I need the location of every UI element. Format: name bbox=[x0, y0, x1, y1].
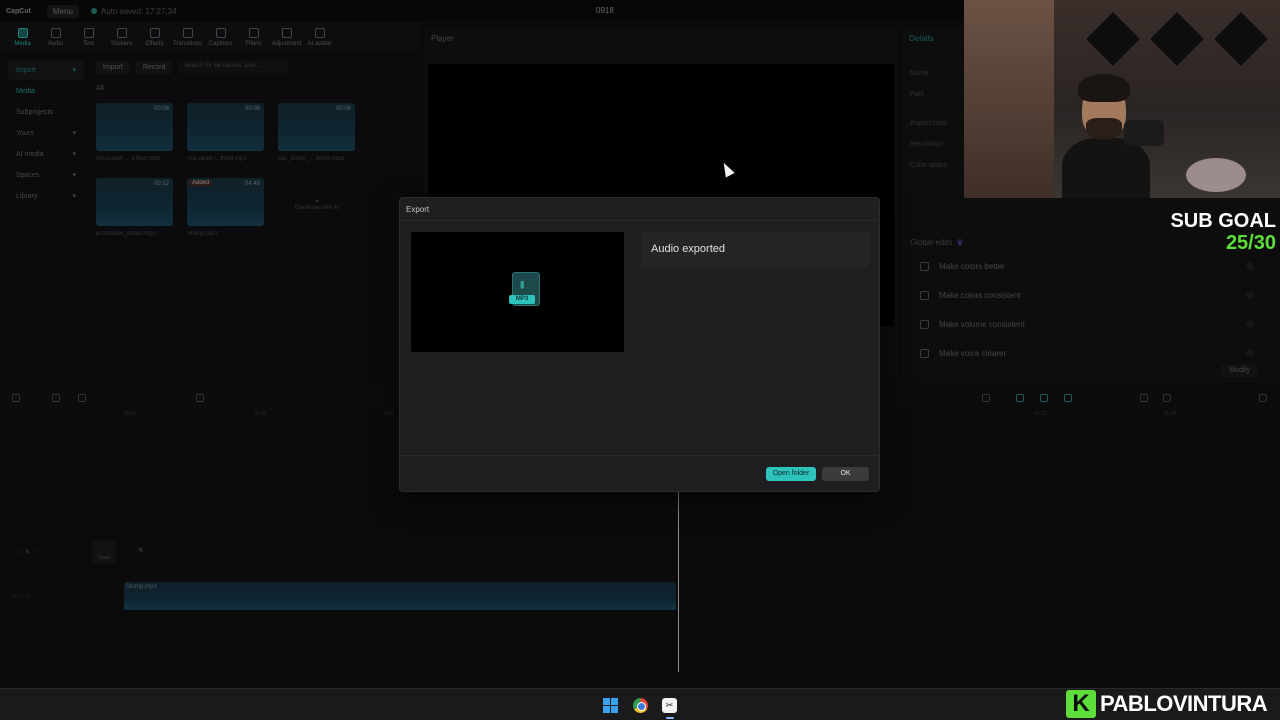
export-status: Audio exported bbox=[641, 232, 870, 267]
brand-name: PABLOVINTURA bbox=[1100, 691, 1268, 716]
chrome-icon[interactable] bbox=[633, 698, 648, 713]
beard bbox=[1086, 118, 1122, 140]
acoustic-panel bbox=[1086, 12, 1140, 66]
export-preview: ||| MP3 bbox=[411, 232, 624, 352]
brand-mark: K bbox=[1066, 690, 1096, 718]
waveform-icon: ||| bbox=[520, 280, 524, 289]
streamer-brand: K PABLOVINTURA bbox=[1066, 688, 1268, 720]
acoustic-panel bbox=[1214, 12, 1268, 66]
open-folder-button[interactable]: Open folder bbox=[766, 467, 816, 481]
acoustic-panel bbox=[1150, 12, 1204, 66]
file-type-badge: MP3 bbox=[509, 295, 535, 304]
sub-goal-value: 25/30 bbox=[1225, 232, 1276, 254]
dialog-title: Export bbox=[406, 205, 430, 214]
microphone bbox=[1124, 120, 1164, 146]
divider bbox=[400, 220, 879, 221]
sub-goal-widget: SUB GOAL 25/30 bbox=[1150, 210, 1276, 254]
export-dialog: Export ||| MP3 Audio exported Open folde… bbox=[399, 197, 880, 492]
active-app-indicator bbox=[666, 717, 674, 719]
windows-start-icon[interactable] bbox=[603, 698, 618, 713]
light-glow bbox=[964, 0, 1054, 198]
sub-goal-label: SUB GOAL bbox=[1170, 210, 1276, 232]
lamp bbox=[1186, 158, 1246, 192]
hair bbox=[1078, 74, 1130, 102]
webcam-overlay bbox=[964, 0, 1280, 198]
torso bbox=[1062, 138, 1150, 198]
capcut-icon[interactable]: ✂ bbox=[662, 698, 677, 713]
audio-file-icon: ||| MP3 bbox=[509, 272, 540, 308]
ok-button[interactable]: OK bbox=[822, 467, 869, 481]
divider bbox=[400, 455, 879, 456]
